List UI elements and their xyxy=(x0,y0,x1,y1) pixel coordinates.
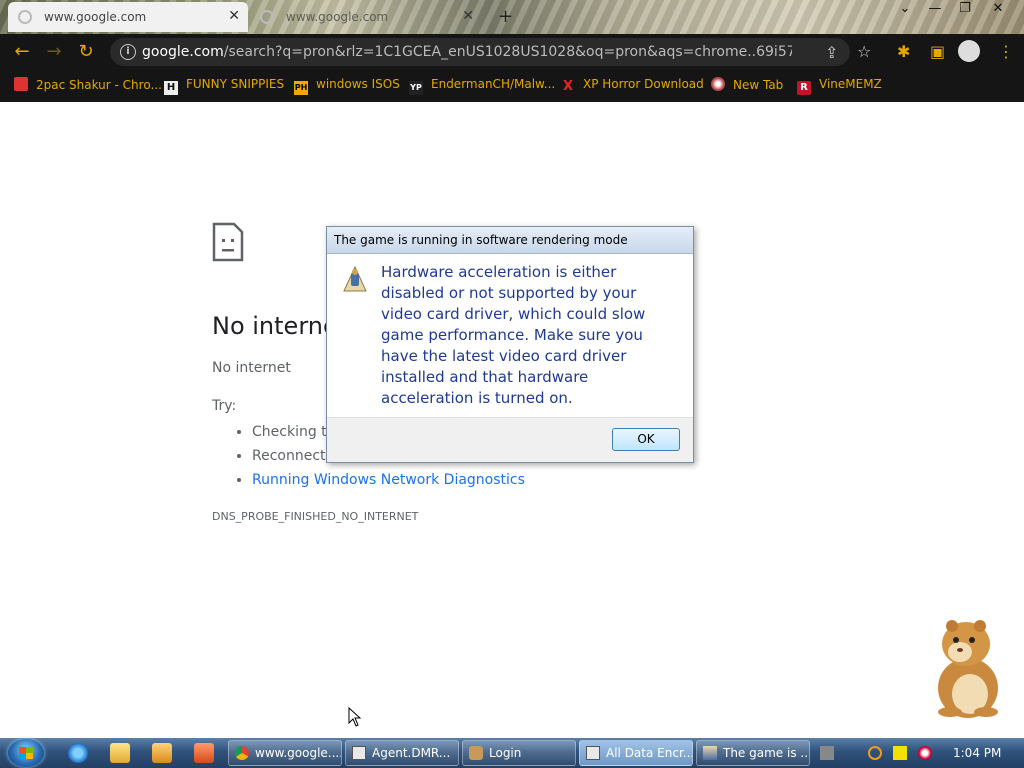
mouse-cursor-icon xyxy=(348,707,362,727)
yp-favicon-icon: YP xyxy=(409,81,423,95)
try-label: Try: xyxy=(212,398,237,414)
taskbar-item[interactable]: The game is ... xyxy=(696,740,810,766)
dialog-title: The game is running in software renderin… xyxy=(327,227,693,254)
browser-toolbar: ← → ↻ i google.com/search?q=pron&rlz=1C1… xyxy=(0,34,1024,70)
side-panel-icon[interactable]: ▣ xyxy=(930,42,945,61)
bookmark-star-icon[interactable]: ☆ xyxy=(857,42,871,61)
ok-button[interactable]: OK xyxy=(612,428,680,451)
clock[interactable]: 1:04 PM xyxy=(953,746,1001,760)
taskbar-item[interactable]: All Data Encr... xyxy=(579,740,693,766)
folder-icon[interactable] xyxy=(110,743,130,763)
app-icon xyxy=(469,746,483,760)
program-icon[interactable] xyxy=(194,743,214,763)
taskbar: www.google.... Agent.DMR... Login All Da… xyxy=(0,738,1024,768)
taskbar-item[interactable]: Login xyxy=(462,740,576,766)
profile-avatar-icon[interactable] xyxy=(958,40,980,62)
window-icon xyxy=(586,746,600,760)
close-window-icon[interactable]: ✕ xyxy=(983,0,1013,18)
error-subtitle: No internet xyxy=(212,360,291,376)
software-rendering-dialog: The game is running in software renderin… xyxy=(326,226,694,463)
share-icon[interactable]: ⇪ xyxy=(825,43,838,62)
bookmarks-bar: 2pac Shakur - Chro... H FUNNY SNIPPIES PH… xyxy=(0,70,1024,102)
back-icon[interactable]: ← xyxy=(10,40,34,64)
game-icon xyxy=(703,746,717,760)
bookmark-label: XP Horror Download xyxy=(583,77,704,91)
tray-status-icon[interactable] xyxy=(918,746,932,760)
bookmark-label: New Tab xyxy=(733,78,784,92)
tab-title: www.google.com xyxy=(286,10,389,24)
bookmark-item[interactable]: YP EndermanCH/Malw... xyxy=(409,77,555,95)
bookmark-label: VineMEMZ xyxy=(819,77,882,91)
ph-favicon-icon: PH xyxy=(294,81,308,95)
url-text[interactable]: google.com/search?q=pron&rlz=1C1GCEA_enU… xyxy=(142,44,792,60)
tab-inactive[interactable]: www.google.com ✕ xyxy=(250,2,482,32)
chevron-down-icon[interactable]: ⌄ xyxy=(890,0,920,18)
internet-explorer-icon[interactable] xyxy=(68,743,88,763)
site-info-icon[interactable]: i xyxy=(120,44,136,60)
tab-title: www.google.com xyxy=(44,10,147,24)
tab-favicon-icon xyxy=(18,10,32,24)
notification-icon[interactable] xyxy=(893,746,907,760)
bookmark-label: FUNNY SNIPPIES xyxy=(186,77,285,91)
url-path: /search?q=pron&rlz=1C1GCEA_enUS1028US102… xyxy=(223,44,792,60)
bookmark-item[interactable]: X XP Horror Download xyxy=(561,77,704,94)
bookmark-favicon-icon xyxy=(14,77,28,91)
globe-icon xyxy=(711,77,725,91)
bookmark-item[interactable]: 2pac Shakur - Chro... xyxy=(14,77,162,92)
taskbar-item[interactable]: Agent.DMR... xyxy=(345,740,459,766)
minimize-icon[interactable]: — xyxy=(920,0,950,18)
chrome-icon xyxy=(235,746,249,760)
bookmark-item[interactable]: H FUNNY SNIPPIES xyxy=(164,77,284,95)
tray-app-icon[interactable] xyxy=(820,746,834,760)
address-bar[interactable]: i google.com/search?q=pron&rlz=1C1GCEA_e… xyxy=(110,38,850,66)
dialog-footer: OK xyxy=(327,417,693,462)
bookmark-label: EndermanCH/Malw... xyxy=(431,77,556,91)
tab-favicon-icon xyxy=(260,10,274,24)
url-host: google.com xyxy=(142,44,224,60)
bookmark-item[interactable]: PH windows ISOS xyxy=(294,77,400,95)
search-icon[interactable] xyxy=(868,746,882,760)
h-favicon-icon: H xyxy=(164,81,178,95)
reload-icon[interactable]: ↻ xyxy=(74,40,98,64)
forward-icon[interactable]: → xyxy=(42,40,66,64)
hamster-mascot-icon[interactable] xyxy=(920,612,1012,722)
list-item: Running Windows Network Diagnostics xyxy=(252,468,600,492)
game-warning-icon xyxy=(343,265,367,292)
network-diagnostics-link[interactable]: Running Windows Network Diagnostics xyxy=(252,472,525,488)
close-tab-icon[interactable]: ✕ xyxy=(228,8,240,24)
bookmark-label: 2pac Shakur - Chro... xyxy=(36,78,162,92)
menu-kebab-icon[interactable]: ⋮ xyxy=(998,42,1014,61)
taskbar-item-label: www.google.... xyxy=(255,746,342,760)
taskbar-item-label: Login xyxy=(489,746,522,760)
sad-document-icon xyxy=(212,222,244,262)
taskbar-item-label: All Data Encr... xyxy=(606,746,693,760)
taskbar-item[interactable]: www.google.... xyxy=(228,740,342,766)
dialog-message: Hardware acceleration is either disabled… xyxy=(381,263,646,407)
taskbar-item-label: The game is ... xyxy=(723,746,810,760)
extensions-icon[interactable]: ✱ xyxy=(897,42,910,61)
media-player-icon[interactable] xyxy=(152,743,172,763)
x-favicon-icon: X xyxy=(562,79,574,94)
bookmark-item[interactable]: New Tab xyxy=(711,77,783,92)
taskbar-item-label: Agent.DMR... xyxy=(372,746,451,760)
window-icon xyxy=(352,746,366,760)
new-tab-icon[interactable]: + xyxy=(498,6,513,27)
error-code: DNS_PROBE_FINISHED_NO_INTERNET xyxy=(212,510,419,523)
start-button[interactable] xyxy=(8,739,44,767)
tab-active[interactable]: www.google.com ✕ xyxy=(8,2,248,32)
restore-icon[interactable]: ❐ xyxy=(950,0,980,18)
bookmark-label: windows ISOS xyxy=(316,77,400,91)
r-favicon-icon: R xyxy=(797,81,811,95)
tab-strip: www.google.com ✕ www.google.com ✕ + ⌄ — … xyxy=(0,0,1024,34)
bookmark-item[interactable]: R VineMEMZ xyxy=(797,77,882,95)
close-tab-icon[interactable]: ✕ xyxy=(462,8,474,24)
